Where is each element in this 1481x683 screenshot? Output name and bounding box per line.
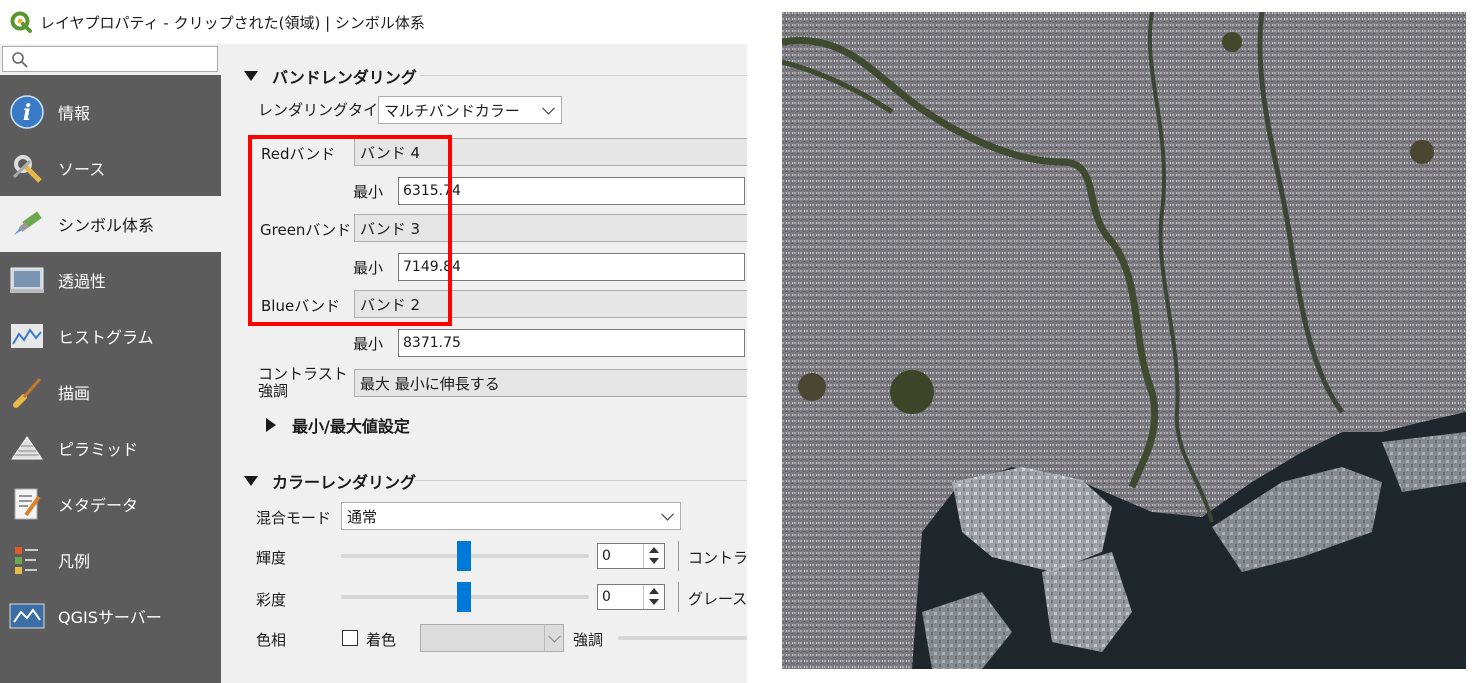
sidebar-item-histogram[interactable]: ヒストグラム [0,308,221,364]
grayscale-label: グレース [688,590,747,608]
hue-label: 色相 [256,631,287,649]
chevron-down-icon [661,507,674,521]
spin-down-icon[interactable] [649,558,659,564]
collapse-arrow-icon [244,476,258,486]
strength-label: 強調 [573,631,604,649]
qgis-logo-icon [10,11,32,33]
blue-min-input[interactable]: 8371.75 [398,329,745,357]
colorize-color-button[interactable] [420,624,564,652]
spin-up-icon[interactable] [649,547,659,553]
metadata-icon [9,486,45,522]
chevron-down-icon [542,101,555,115]
sidebar-item-label: メタデータ [58,496,139,515]
render-type-label: レンダリングタイプ [258,101,394,119]
brightness-slider-handle[interactable] [457,541,471,571]
spin-up-icon[interactable] [649,588,659,594]
colorize-checkbox[interactable] [342,630,358,646]
svg-text:i: i [23,100,31,126]
paintbrush-icon [9,206,45,242]
strength-slider-track[interactable] [618,636,747,640]
qgis-server-icon [9,598,45,634]
saturation-slider-handle[interactable] [457,582,471,612]
blue-min-label: 最小 [353,335,384,353]
sidebar-item-transparency[interactable]: 透過性 [0,252,221,308]
title-bar: レイヤプロパティ - クリップされた(領域) | シンボル体系 [0,0,747,44]
search-icon [12,52,28,68]
sidebar-item-label: 描画 [58,384,91,403]
pyramid-icon [9,430,45,466]
layer-properties-dialog: レイヤプロパティ - クリップされた(領域) | シンボル体系 i 情報 ソース… [0,0,747,683]
group-divider [420,75,747,76]
saturation-spinbox[interactable]: 0 [597,584,665,610]
sidebar-item-legend[interactable]: 凡例 [0,532,221,588]
transparency-icon [9,262,45,298]
info-icon: i [9,94,45,130]
band-rendering-header[interactable]: バンドレンダリング [244,64,417,88]
sidebar-item-rendering[interactable]: 描画 [0,364,221,420]
satellite-image [782,12,1466,669]
divider [678,582,679,612]
brightness-label: 輝度 [256,549,287,567]
sidebar-item-label: ピラミッド [58,440,139,459]
sidebar-item-label: 透過性 [58,272,107,291]
highlight-box [248,135,452,326]
sidebar-item-qgis-server[interactable]: QGISサーバー [0,588,221,644]
sidebar-item-label: QGISサーバー [58,608,162,627]
sidebar-item-source[interactable]: ソース [0,140,221,196]
blend-mode-select[interactable]: 通常 [341,502,681,530]
brightness-spinbox[interactable]: 0 [597,543,665,569]
blend-mode-label: 混合モード [256,509,332,527]
histogram-icon [9,318,45,354]
rendering-brush-icon [9,374,45,410]
source-tools-icon [9,150,45,186]
spin-down-icon[interactable] [649,599,659,605]
divider [678,541,679,571]
sidebar: i 情報 ソース シンボル体系 透過性 ヒストグラム 描画 ピラミッド メタデー… [0,75,221,683]
sidebar-item-label: ヒストグラム [58,328,154,347]
search-input[interactable] [2,46,218,72]
sidebar-item-info[interactable]: i 情報 [0,84,221,140]
render-type-select[interactable]: マルチバンドカラー [378,96,562,124]
sidebar-item-label: シンボル体系 [58,216,155,235]
sidebar-item-label: ソース [58,160,106,179]
sidebar-item-label: 情報 [58,104,91,123]
sidebar-item-label: 凡例 [58,552,91,571]
group-divider [415,480,747,481]
collapse-arrow-icon [244,71,258,81]
sidebar-item-symbology[interactable]: シンボル体系 [0,196,221,252]
contrast-label: コントラス [688,549,747,567]
minmax-settings-header[interactable]: 最小/最大値設定 [266,413,410,437]
saturation-label: 彩度 [256,591,287,609]
expand-arrow-icon [266,418,276,432]
window-title: レイヤプロパティ - クリップされた(領域) | シンボル体系 [40,13,425,32]
contrast-enhancement-select[interactable]: 最大 最小に伸長する [354,369,747,397]
color-rendering-header[interactable]: カラーレンダリング [244,469,416,493]
colorize-label: 着色 [366,631,397,649]
sidebar-item-pyramids[interactable]: ピラミッド [0,420,221,476]
legend-icon [9,542,45,578]
contrast-enhancement-label: コントラスト 強調 [258,365,348,400]
sidebar-item-metadata[interactable]: メタデータ [0,476,221,532]
